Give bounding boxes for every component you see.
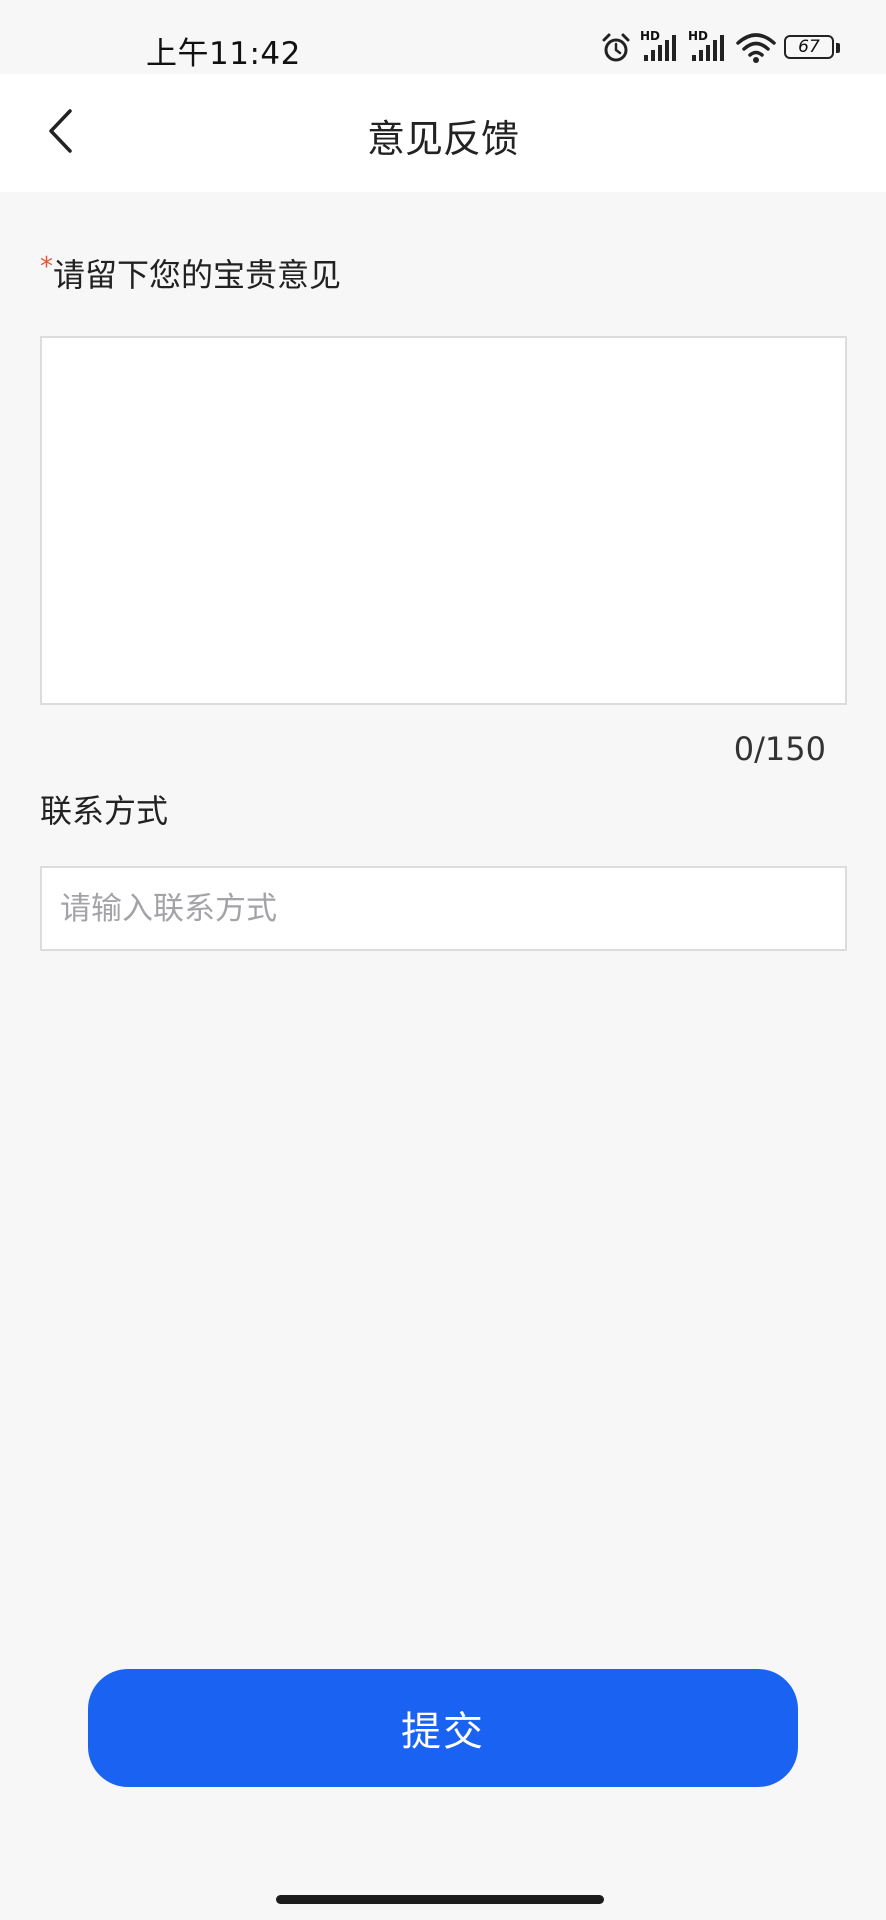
- battery-level: 67: [798, 37, 820, 57]
- page-title: 意见反馈: [366, 117, 519, 161]
- hd-signal-icon: HD: [688, 29, 728, 63]
- hd-label: HD: [688, 29, 709, 43]
- hd-signal-icon: HD: [640, 29, 680, 63]
- contact-label: 联系方式: [40, 792, 169, 830]
- hd-label: HD: [640, 29, 661, 43]
- nav-bar: 意见反馈: [0, 74, 886, 192]
- feedback-label: *请留下您的宝贵意见: [40, 250, 341, 296]
- battery-icon: 67: [784, 35, 840, 61]
- status-time: 上午11:42: [146, 36, 301, 72]
- char-counter: 0/150: [733, 730, 826, 768]
- home-indicator[interactable]: [276, 1895, 604, 1904]
- required-mark: *: [40, 252, 53, 282]
- status-bar: 上午11:42 HD HD 67: [0, 0, 886, 74]
- alarm-icon: [600, 32, 632, 64]
- contact-input[interactable]: [40, 866, 847, 951]
- status-icons: HD HD 67: [600, 28, 840, 68]
- feedback-textarea[interactable]: [40, 336, 847, 705]
- submit-button[interactable]: 提交: [88, 1669, 798, 1787]
- feedback-label-text: 请留下您的宝贵意见: [53, 256, 342, 294]
- wifi-icon: [736, 33, 776, 63]
